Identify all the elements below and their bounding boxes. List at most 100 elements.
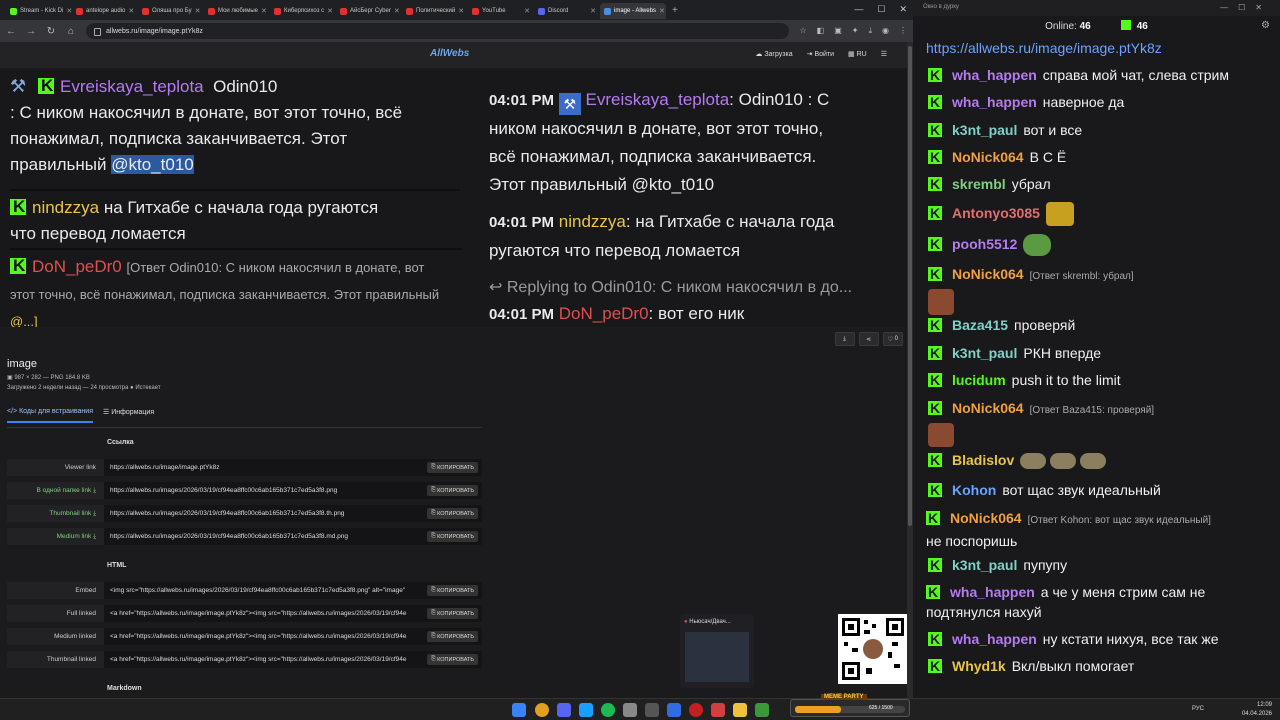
site-logo[interactable]: AllWebs bbox=[430, 48, 469, 59]
new-tab-icon[interactable]: + bbox=[672, 5, 678, 16]
username[interactable]: Antonyo3085 bbox=[952, 205, 1040, 221]
username[interactable]: Kohon bbox=[952, 482, 996, 498]
steam-icon[interactable] bbox=[579, 703, 593, 717]
copy-button[interactable]: ⎘ КОПИРОВАТЬ bbox=[427, 654, 478, 665]
code-value[interactable]: https://allwebs.ru/images/2026/03/19/cf9… bbox=[104, 482, 482, 499]
close-icon[interactable]: ✕ bbox=[659, 7, 665, 15]
username[interactable]: k3nt_paul bbox=[952, 557, 1017, 573]
input-language[interactable]: РУС bbox=[1192, 706, 1204, 712]
chrome-icon[interactable] bbox=[535, 703, 549, 717]
gear-icon[interactable]: ⚙ bbox=[1261, 20, 1270, 31]
copy-button[interactable]: ⎘ КОПИРОВАТЬ bbox=[427, 508, 478, 519]
like-button[interactable]: ♡ 0 bbox=[882, 332, 903, 346]
maximize-icon[interactable]: ☐ bbox=[877, 4, 885, 15]
code-value[interactable]: https://allwebs.ru/image/image.ptYk8z bbox=[104, 459, 482, 476]
username[interactable]: Bladislov bbox=[952, 452, 1014, 468]
username[interactable]: Whyd1k bbox=[952, 658, 1006, 674]
username[interactable]: k3nt_paul bbox=[952, 345, 1017, 361]
forward-icon[interactable]: → bbox=[26, 26, 36, 37]
tab-info[interactable]: ☰ Информация bbox=[103, 408, 154, 423]
puzzle-icon[interactable]: ✦ bbox=[852, 26, 859, 36]
back-icon[interactable]: ← bbox=[6, 26, 16, 37]
close-window-icon[interactable]: ✕ bbox=[899, 4, 907, 15]
browser-tab[interactable]: Discord ✕ bbox=[534, 3, 600, 19]
close-icon[interactable]: ✕ bbox=[590, 7, 596, 15]
window-controls[interactable]: —☐✕ bbox=[1220, 3, 1272, 12]
app-icon[interactable] bbox=[645, 703, 659, 717]
code-value[interactable]: <a href="https://allwebs.ru/image/image.… bbox=[104, 651, 482, 668]
taskbar-preview-popup[interactable]: ● Ньюсач/Двач... bbox=[680, 614, 754, 688]
username[interactable]: lucidum bbox=[952, 372, 1006, 388]
app-icon[interactable] bbox=[755, 703, 769, 717]
close-icon[interactable]: ✕ bbox=[128, 7, 134, 15]
username[interactable]: skrembl bbox=[952, 176, 1006, 192]
upload-button[interactable]: ☁ Загрузка bbox=[755, 50, 792, 58]
app-icon[interactable] bbox=[667, 703, 681, 717]
code-value[interactable]: <a href="https://allwebs.ru/image/image.… bbox=[104, 605, 482, 622]
language-button[interactable]: ▦ RU bbox=[848, 50, 867, 58]
app-icon[interactable] bbox=[711, 703, 725, 717]
copy-button[interactable]: ⎘ КОПИРОВАТЬ bbox=[427, 485, 478, 496]
close-icon[interactable]: ✕ bbox=[195, 7, 201, 15]
profile-icon[interactable]: ◉ bbox=[882, 26, 889, 36]
close-icon[interactable]: ✕ bbox=[458, 7, 464, 15]
system-clock[interactable]: 12:09 04.04.2026 bbox=[1242, 701, 1272, 719]
copy-button[interactable]: ⎘ КОПИРОВАТЬ bbox=[427, 531, 478, 542]
tab-embed-codes[interactable]: </> Коды для встраивания bbox=[7, 408, 94, 423]
menu-icon[interactable]: ⋮ bbox=[899, 26, 907, 36]
start-icon[interactable] bbox=[512, 703, 526, 717]
browser-tab-active[interactable]: image - Allwebs ✕ bbox=[600, 3, 666, 19]
obs-icon[interactable] bbox=[689, 703, 703, 717]
close-icon[interactable]: ✕ bbox=[394, 7, 400, 15]
browser-tab[interactable]: АйсБерг Cyber ✕ bbox=[336, 3, 402, 19]
menu-icon[interactable]: ☰ bbox=[881, 50, 887, 58]
username[interactable]: wha_happen bbox=[950, 584, 1035, 600]
spotify-icon[interactable] bbox=[601, 703, 615, 717]
extension-icon[interactable]: ▣ bbox=[834, 26, 842, 36]
minimize-icon[interactable]: — bbox=[854, 4, 863, 15]
chat-link[interactable]: https://allwebs.ru/image/image.ptYk8z bbox=[926, 40, 1162, 56]
username[interactable]: wha_happen bbox=[952, 67, 1037, 83]
discord-icon[interactable] bbox=[557, 703, 571, 717]
home-icon[interactable]: ⌂ bbox=[66, 26, 76, 37]
browser-tab[interactable]: Мои любимые ✕ bbox=[204, 3, 270, 19]
app-icon[interactable] bbox=[623, 703, 637, 717]
download-button[interactable]: ⤓ bbox=[834, 332, 855, 346]
code-value[interactable]: <a href="https://allwebs.ru/image/image.… bbox=[104, 628, 482, 645]
browser-tab[interactable]: Stream - Kick Di ✕ bbox=[6, 3, 72, 19]
scrollbar-thumb[interactable] bbox=[908, 46, 912, 526]
copy-button[interactable]: ⎘ КОПИРОВАТЬ bbox=[427, 585, 478, 596]
close-icon[interactable]: ✕ bbox=[261, 7, 267, 15]
download-icon[interactable]: ⤓ bbox=[868, 26, 872, 36]
username[interactable]: k3nt_paul bbox=[952, 122, 1017, 138]
copy-button[interactable]: ⎘ КОПИРОВАТЬ bbox=[427, 631, 478, 642]
copy-button[interactable]: ⎘ КОПИРОВАТЬ bbox=[427, 462, 478, 473]
browser-tab[interactable]: antelope audio ✕ bbox=[72, 3, 138, 19]
login-button[interactable]: ⇥ Войти bbox=[807, 50, 834, 58]
username[interactable]: wha_happen bbox=[952, 94, 1037, 110]
close-icon[interactable]: ✕ bbox=[524, 7, 530, 15]
reload-icon[interactable]: ↻ bbox=[46, 26, 56, 37]
browser-tab[interactable]: YouTube ✕ bbox=[468, 3, 534, 19]
image-viewer[interactable]: ⚒ Evreiskaya_teplota Odin010 : С ником н… bbox=[0, 70, 907, 327]
code-value[interactable]: <img src="https://allwebs.ru/images/2026… bbox=[104, 582, 482, 599]
username[interactable]: NoNick064 bbox=[952, 400, 1024, 416]
username[interactable]: NoNick064 bbox=[952, 149, 1024, 165]
url-bar[interactable]: allwebs.ru/image/image.ptYk8z bbox=[86, 23, 790, 39]
bookmark-star-icon[interactable]: ☆ bbox=[799, 26, 806, 36]
close-icon[interactable]: ✕ bbox=[327, 7, 333, 15]
browser-tab[interactable]: Киберпсихоз с ✕ bbox=[270, 3, 336, 19]
share-button[interactable]: ⋖ bbox=[858, 332, 879, 346]
username[interactable]: Baza415 bbox=[952, 317, 1008, 333]
copy-button[interactable]: ⎘ КОПИРОВАТЬ bbox=[427, 608, 478, 619]
username[interactable]: NoNick064 bbox=[950, 510, 1022, 526]
folder-icon[interactable] bbox=[733, 703, 747, 717]
code-value[interactable]: https://allwebs.ru/images/2026/03/19/cf9… bbox=[104, 528, 482, 545]
code-value[interactable]: https://allwebs.ru/images/2026/03/19/cf9… bbox=[104, 505, 482, 522]
username[interactable]: NoNick064 bbox=[952, 266, 1024, 282]
browser-tab[interactable]: Политический ✕ bbox=[402, 3, 468, 19]
extension-icon[interactable]: ◧ bbox=[817, 26, 825, 36]
browser-tab[interactable]: Оляша про Бу ✕ bbox=[138, 3, 204, 19]
username[interactable]: wha_happen bbox=[952, 631, 1037, 647]
username[interactable]: pooh5512 bbox=[952, 236, 1017, 252]
